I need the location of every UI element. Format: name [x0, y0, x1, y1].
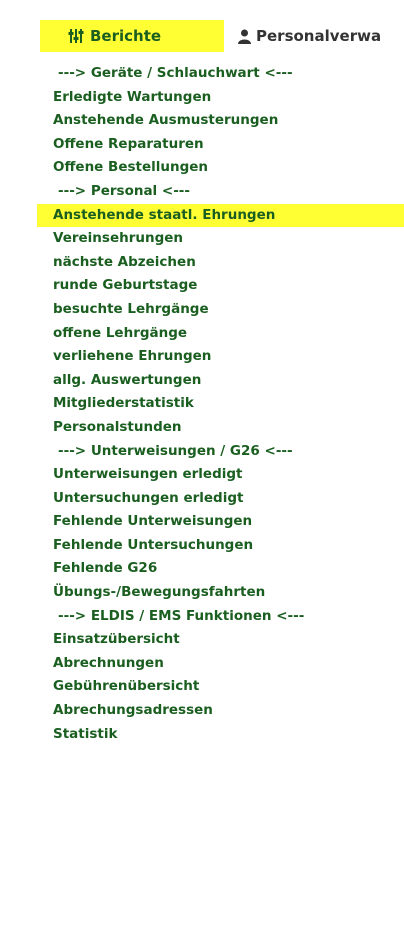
menu-item-fehlende-unterweisungen[interactable]: Fehlende Unterweisungen	[40, 510, 404, 534]
menu-item-verliehene-ehrungen[interactable]: verliehene Ehrungen	[40, 345, 404, 369]
menu-item-gebuehrenuebersicht[interactable]: Gebührenübersicht	[40, 675, 404, 699]
menu-item-erledigte-wartungen[interactable]: Erledigte Wartungen	[40, 86, 404, 110]
menu-separator-geraete: ---> Geräte / Schlauchwart <---	[58, 65, 293, 81]
menu-separator-personal: ---> Personal <---	[58, 182, 191, 199]
person-icon	[238, 27, 252, 45]
menu-item-naechste-abzeichen[interactable]: nächste Abzeichen	[40, 251, 404, 275]
menu-item-anstehende-ausmusterungen[interactable]: Anstehende Ausmusterungen	[40, 109, 404, 133]
menu-item-uebungs-bewegungsfahrten[interactable]: Übungs-/Bewegungsfahrten	[40, 581, 404, 605]
menu-item-offene-reparaturen[interactable]: Offene Reparaturen	[40, 133, 404, 157]
menu-item-fehlende-untersuchungen[interactable]: Fehlende Untersuchungen	[40, 534, 404, 558]
menu-item-allg-auswertungen[interactable]: allg. Auswertungen	[40, 369, 404, 393]
menu-separator-unterweisungen: ---> Unterweisungen / G26 <---	[58, 442, 293, 459]
menu-item-einsatzuebersicht[interactable]: Einsatzübersicht	[40, 628, 404, 652]
menu-item-mitgliederstatistik[interactable]: Mitgliederstatistik	[40, 392, 404, 416]
menu-item-besuchte-lehrgaenge[interactable]: besuchte Lehrgänge	[40, 298, 404, 322]
tab-berichte-label: Berichte	[90, 27, 162, 45]
top-navigation: Berichte Personalverwa	[0, 0, 404, 70]
menu-item-runde-geburtstage[interactable]: runde Geburtstage	[40, 274, 404, 298]
menu-item-abrechungsadressen[interactable]: Abrechungsadressen	[40, 699, 404, 723]
menu-item-unterweisungen-erledigt[interactable]: Unterweisungen erledigt	[40, 463, 404, 487]
menu-item-statistik[interactable]: Statistik	[40, 723, 404, 747]
reports-menu: ---> Geräte / Schlauchwart <--- Erledigt…	[37, 62, 404, 747]
sliders-icon	[68, 27, 86, 45]
menu-item-personalstunden[interactable]: Personalstunden	[40, 416, 404, 440]
menu-item-fehlende-g26[interactable]: Fehlende G26	[40, 557, 404, 581]
menu-separator-eldis: ---> ELDIS / EMS Funktionen <---	[58, 607, 305, 624]
menu-item-vereinsehrungen[interactable]: Vereinsehrungen	[40, 227, 404, 251]
menu-item-offene-bestellungen[interactable]: Offene Bestellungen	[40, 156, 404, 180]
tab-personalverwaltung-label: Personalverwa	[256, 27, 382, 45]
tab-berichte[interactable]: Berichte	[40, 20, 224, 52]
reports-page: Berichte Personalverwa ---> Geräte / Sch…	[0, 0, 404, 943]
tab-personalverwaltung[interactable]: Personalverwa	[224, 20, 381, 52]
menu-item-offene-lehrgaenge[interactable]: offene Lehrgänge	[40, 322, 404, 346]
menu-item-untersuchungen-erledigt[interactable]: Untersuchungen erledigt	[40, 487, 404, 511]
menu-item-abrechnungen[interactable]: Abrechnungen	[40, 652, 404, 676]
menu-item-anstehende-staatl-ehrungen[interactable]: Anstehende staatl. Ehrungen	[37, 203, 404, 228]
